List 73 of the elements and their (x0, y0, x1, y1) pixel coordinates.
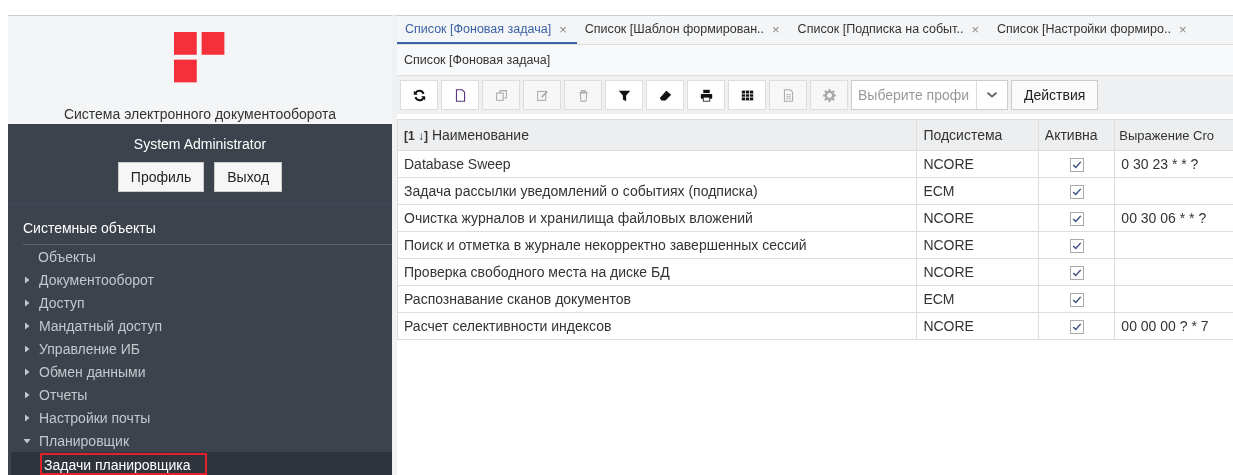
checkmark-icon (1071, 295, 1082, 306)
table-cell: Расчет селективности индексов (397, 312, 917, 340)
table-cell: NCORE (916, 204, 1039, 232)
gear-icon (822, 88, 836, 102)
eraser-icon (658, 88, 672, 102)
breadcrumb: Список [Фоновая задача] (397, 45, 1233, 76)
column-header[interactable]: Выражение Cro (1114, 119, 1233, 151)
table-icon (740, 88, 754, 102)
profile-select[interactable]: Выберите профи (851, 80, 1008, 110)
table-cell: NCORE (916, 231, 1039, 259)
nav-item[interactable]: Настройки почты (8, 406, 392, 429)
table-cell: Распознавание сканов документов (397, 285, 917, 313)
table-cell: Database Sweep (397, 150, 917, 178)
table-cell: NCORE (916, 258, 1039, 286)
app-title: Система электронного документооборота (63, 106, 337, 122)
toolbar-button[interactable] (728, 80, 766, 110)
column-header[interactable]: [1 ↓] Наименование (397, 119, 917, 151)
column-header[interactable]: Подсистема (916, 119, 1039, 151)
table-cell: NCORE (916, 312, 1039, 340)
toolbar-button[interactable] (400, 80, 438, 110)
close-icon[interactable]: × (559, 21, 567, 37)
checkmark-icon (1071, 268, 1082, 279)
toolbar-button[interactable] (687, 80, 725, 110)
checkbox[interactable] (1069, 158, 1084, 173)
checkmark-icon (1071, 160, 1082, 171)
close-icon[interactable]: × (1178, 21, 1187, 37)
nav-item[interactable]: Объекты (8, 245, 392, 268)
nav-item[interactable]: Планировщик (8, 429, 392, 452)
checkmark-icon (1071, 214, 1082, 225)
filter-icon (617, 88, 631, 102)
nav-item[interactable]: Обмен данными (8, 360, 392, 383)
logout-button[interactable]: Выход (214, 162, 283, 192)
tab[interactable]: Список [Подписка на событ.. × (789, 16, 989, 44)
refresh-icon (412, 88, 426, 102)
table-cell: Задача рассылки уведомлений о событиях (подписка) (397, 177, 917, 205)
column-header[interactable]: Активна (1038, 119, 1115, 151)
checkmark-icon (1071, 187, 1082, 198)
nav-item[interactable]: Отчеты (8, 383, 392, 406)
trash-icon (576, 88, 590, 102)
close-icon[interactable]: × (772, 21, 780, 37)
table-cell: ECM (916, 285, 1039, 313)
edit-icon (535, 88, 549, 102)
table-cell: Очистка журналов и хранилища файловых вложений (397, 204, 917, 232)
checkbox[interactable] (1069, 293, 1084, 308)
document-icon (781, 88, 795, 102)
section-title: Системные объекты (23, 214, 392, 245)
close-icon[interactable]: × (971, 21, 979, 37)
nav-item[interactable]: Управление ИБ (8, 337, 392, 360)
table-cell: ECM (916, 177, 1039, 205)
user-name: System Administrator (132, 136, 268, 152)
profile-button[interactable]: Профиль (117, 162, 205, 192)
checkmark-icon (1071, 322, 1082, 333)
copy-icon (494, 88, 508, 102)
nav-item[interactable]: Мандатный доступ (8, 314, 392, 337)
checkmark-icon (1071, 241, 1082, 252)
checkbox[interactable] (1069, 320, 1084, 335)
table-cell: NCORE (916, 150, 1039, 178)
table-cell: Поиск и отметка в журнале некорректно завершенных сессий (397, 231, 917, 259)
nav-item[interactable]: Документооборот (8, 268, 392, 291)
checkbox[interactable] (1069, 185, 1084, 200)
toolbar-button[interactable] (605, 80, 643, 110)
checkbox[interactable] (1069, 266, 1084, 281)
toolbar-button[interactable] (646, 80, 684, 110)
printer-icon (699, 88, 713, 102)
actions-button[interactable]: Действия (1011, 80, 1099, 110)
table-cell: Проверка свободного места на диске БД (397, 258, 917, 286)
checkbox[interactable] (1069, 212, 1084, 227)
nav-item[interactable]: Задачи планировщика (11, 452, 392, 475)
tab[interactable]: Список [Шаблон формирован.. × (576, 16, 790, 44)
nav-item[interactable]: Доступ (8, 291, 392, 314)
tab[interactable]: Список [Настройки формиро.. × (988, 16, 1197, 44)
checkbox[interactable] (1069, 239, 1084, 254)
document-icon (453, 88, 467, 102)
